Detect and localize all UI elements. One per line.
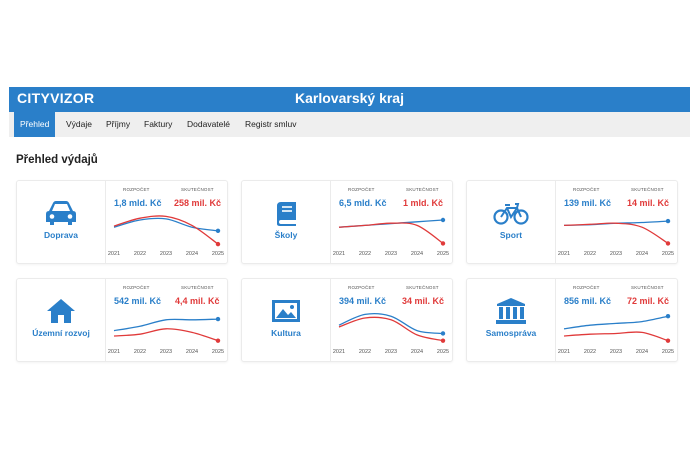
tab-registr-smluv[interactable]: Registr smluv xyxy=(239,112,302,137)
category-name: Doprava xyxy=(43,230,78,240)
tab-vydaje[interactable]: Výdaje xyxy=(60,112,98,137)
x-tick-label: 2022 xyxy=(584,251,596,257)
series-line-1 xyxy=(563,222,669,244)
x-tick-label: 2024 xyxy=(186,349,198,355)
series-line-1 xyxy=(113,215,219,245)
category-card-uzemni-rozvoj[interactable]: Územní rozvoj ROZPOČET SKUTEČNOST 542 mi… xyxy=(16,278,228,362)
x-tick-label: 2025 xyxy=(662,349,674,355)
region-title: Karlovarský kraj xyxy=(295,90,404,106)
x-tick-label: 2022 xyxy=(134,251,146,257)
budget-chart: 2021 2022 2023 2024 2025 xyxy=(108,215,224,257)
category-card-sport[interactable]: Sport ROZPOČET SKUTEČNOST 139 mil. Kč 14… xyxy=(466,180,678,264)
x-tick-label: 2023 xyxy=(385,251,397,257)
tab-prehled[interactable]: Přehled xyxy=(14,112,56,137)
category-name: Územní rozvoj xyxy=(32,328,90,338)
x-tick-label: 2021 xyxy=(558,251,570,257)
series-end-point xyxy=(440,217,446,223)
tab-dodavatele[interactable]: Dodavatelé xyxy=(181,112,236,137)
x-tick-label: 2025 xyxy=(212,251,224,257)
picture-icon xyxy=(242,297,330,327)
series-end-point xyxy=(215,316,221,322)
x-tick-label: 2021 xyxy=(108,349,120,355)
x-tick-label: 2021 xyxy=(558,349,570,355)
series-line-0 xyxy=(113,217,219,232)
budget-chart: 2021 2022 2023 2024 2025 xyxy=(333,217,449,257)
series-end-point xyxy=(665,241,671,246)
category-card-skoly[interactable]: Školy ROZPOČET SKUTEČNOST 6,5 mld. Kč 1 … xyxy=(241,180,453,264)
series-line-1 xyxy=(113,328,219,342)
series-line-0 xyxy=(563,315,669,330)
budget-chart: 2021 2022 2023 2024 2025 xyxy=(108,316,224,355)
x-tick-label: 2021 xyxy=(333,251,345,257)
category-name: Sport xyxy=(499,230,523,240)
series-line-1 xyxy=(563,331,669,342)
series-end-point xyxy=(665,314,671,319)
page-title: Přehled výdajů xyxy=(16,154,98,166)
category-name: Školy xyxy=(274,230,298,240)
tab-prijmy[interactable]: Příjmy xyxy=(100,112,136,137)
x-tick-label: 2023 xyxy=(160,349,172,355)
series-end-point xyxy=(215,241,221,247)
app-header: CITYVIZOR Karlovarský kraj xyxy=(9,87,690,112)
series-end-point xyxy=(215,338,221,343)
x-tick-label: 2024 xyxy=(636,349,648,355)
category-card-doprava[interactable]: Doprava ROZPOČET SKUTEČNOST 1,8 mld. Kč … xyxy=(16,180,228,264)
x-tick-label: 2024 xyxy=(186,251,198,257)
main-nav: Přehled Výdaje Příjmy Faktury Dodavatelé… xyxy=(9,112,690,137)
x-tick-label: 2024 xyxy=(411,349,423,355)
x-tick-label: 2022 xyxy=(359,251,371,257)
category-card-kultura[interactable]: Kultura ROZPOČET SKUTEČNOST 394 mil. Kč … xyxy=(241,278,453,362)
x-tick-label: 2023 xyxy=(385,349,397,355)
x-tick-label: 2022 xyxy=(134,349,146,355)
x-tick-label: 2021 xyxy=(108,251,120,257)
x-tick-label: 2021 xyxy=(333,349,345,355)
x-tick-label: 2025 xyxy=(662,251,674,257)
bicycle-icon xyxy=(467,199,555,229)
budget-chart: 2021 2022 2023 2024 2025 xyxy=(558,314,674,355)
series-line-1 xyxy=(338,222,444,244)
series-end-point xyxy=(665,218,671,224)
x-tick-label: 2022 xyxy=(584,349,596,355)
series-end-point xyxy=(215,228,221,233)
x-tick-label: 2025 xyxy=(437,349,449,355)
x-tick-label: 2023 xyxy=(160,251,172,257)
building-icon xyxy=(467,297,555,327)
series-line-0 xyxy=(338,312,444,335)
category-name: Samospráva xyxy=(485,328,537,338)
house-icon xyxy=(17,297,105,327)
series-line-1 xyxy=(338,316,444,342)
x-tick-label: 2025 xyxy=(437,251,449,257)
x-tick-label: 2023 xyxy=(610,251,622,257)
x-tick-label: 2025 xyxy=(212,349,224,355)
budget-chart: 2021 2022 2023 2024 2025 xyxy=(333,312,449,355)
budget-chart: 2021 2022 2023 2024 2025 xyxy=(558,218,674,257)
x-tick-label: 2024 xyxy=(411,251,423,257)
car-icon xyxy=(17,199,105,229)
tab-faktury[interactable]: Faktury xyxy=(138,112,178,137)
series-end-point xyxy=(440,338,446,343)
category-name: Kultura xyxy=(271,328,301,338)
x-tick-label: 2024 xyxy=(636,251,648,257)
x-tick-label: 2023 xyxy=(610,349,622,355)
series-end-point xyxy=(665,338,671,343)
category-card-samosprava[interactable]: Samospráva ROZPOČET SKUTEČNOST 856 mil. … xyxy=(466,278,678,362)
book-icon xyxy=(242,199,330,229)
x-tick-label: 2022 xyxy=(359,349,371,355)
series-end-point xyxy=(440,331,446,336)
series-end-point xyxy=(440,241,446,246)
